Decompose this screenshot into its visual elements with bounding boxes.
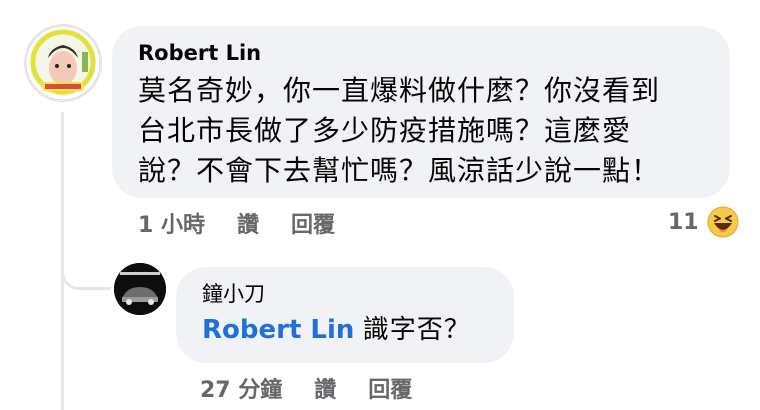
reaction-count: 11 xyxy=(668,209,699,235)
reply-body: 識字否？ xyxy=(362,315,471,345)
comment-line: 說？不會下去幫忙嗎？風涼話少說一點！ xyxy=(138,154,661,187)
reply-timestamp[interactable]: 27 分鐘 xyxy=(200,372,282,404)
reply-text: Robert Lin 識字否？ xyxy=(202,313,488,347)
like-button[interactable]: 讚 xyxy=(237,207,259,239)
reaction-summary[interactable]: 11 xyxy=(668,204,739,240)
reply-meta: 27 分鐘 讚 回覆 xyxy=(200,371,412,405)
reply-like-button[interactable]: 讚 xyxy=(314,372,336,404)
comment-line: 台北市長做了多少防疫措施嗎？這麼愛 xyxy=(138,114,632,147)
comment-bubble: Robert Lin 莫名奇妙，你一直爆料做什麼？你沒看到 台北市長做了多少防疫… xyxy=(112,26,730,198)
reply-bubble: 鐘小刀 Robert Lin 識字否？ xyxy=(176,267,514,363)
reply-author[interactable]: 鐘小刀 xyxy=(202,281,488,307)
comment-author[interactable]: Robert Lin xyxy=(138,40,708,66)
comment-text: 莫名奇妙，你一直爆料做什麼？你沒看到 台北市長做了多少防疫措施嗎？這麼愛 說？不… xyxy=(138,71,708,191)
mention-link[interactable]: Robert Lin xyxy=(202,315,354,345)
replier-avatar[interactable] xyxy=(114,263,166,315)
thread-connector xyxy=(61,248,111,290)
commenter-avatar[interactable] xyxy=(24,24,102,102)
comment-meta: 1 小時 讚 回覆 xyxy=(138,205,335,241)
reply-reply-button[interactable]: 回覆 xyxy=(368,372,412,404)
reply-button[interactable]: 回覆 xyxy=(291,207,335,239)
comment-timestamp[interactable]: 1 小時 xyxy=(138,207,205,239)
haha-emoji-icon xyxy=(707,206,739,238)
comment-line: 莫名奇妙，你一直爆料做什麼？你沒看到 xyxy=(138,74,661,107)
